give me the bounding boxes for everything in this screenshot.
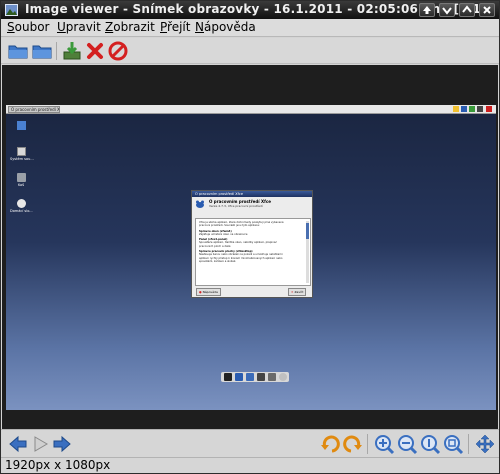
open-folder-icon[interactable] (7, 40, 29, 62)
image-viewer-window: Image viewer - Snímek obrazovky - 16.1.2… (0, 0, 500, 474)
menu-prejit[interactable]: Přejít (160, 20, 190, 34)
desktop-icon: Domácí slo... (10, 199, 33, 213)
close-button[interactable] (479, 3, 495, 17)
dialog-body: Xfce je sbírka aplikací, které dohromady… (195, 218, 311, 286)
image-resolution: 1920px x 1080px (5, 458, 111, 472)
title-bar[interactable]: Image viewer - Snímek obrazovky - 16.1.2… (1, 1, 499, 19)
stop-icon[interactable] (107, 40, 129, 62)
zoom-out-icon[interactable] (396, 433, 418, 455)
xfce-mouse-icon (196, 200, 204, 208)
menu-zobrazit[interactable]: Zobrazit (105, 20, 155, 34)
about-dialog: O pracovním prostředí Xfce O pracovním p… (191, 190, 313, 298)
browser-icon (246, 373, 254, 381)
desktop-icon: Systém sou... (10, 147, 34, 161)
tray-icon (486, 106, 492, 112)
toolbar-separator (468, 434, 469, 454)
open-folder-icon[interactable] (31, 40, 53, 62)
screenshot-task-button: O pracovním prostředí Xfce (8, 106, 60, 113)
screenshot-dock (221, 372, 289, 382)
menu-bar: Soubor Upravit Zobrazit Přejít Nápověda (1, 19, 499, 37)
dialog-close-button: ✕ Zavřít (288, 288, 307, 296)
dialog-scrollbar (306, 221, 309, 283)
image-canvas[interactable]: O pracovním prostředí Xfce Systém sou...… (2, 65, 498, 429)
search-icon (279, 373, 287, 381)
dialog-title-bar: O pracovním prostředí Xfce (192, 191, 312, 197)
window-menu-button[interactable] (419, 3, 435, 17)
trash-icon (16, 173, 26, 182)
dialog-text-line: Zajišťuje umístění oken na obrazovce (199, 232, 248, 236)
dialog-text: Xfce je sbírka aplikací, které dohromady… (199, 221, 304, 263)
toolbar (1, 38, 499, 64)
minimize-button[interactable] (439, 3, 455, 17)
dialog-header: O pracovním prostředí Xfce Verze 4.7.3, … (195, 199, 311, 211)
displayed-screenshot: O pracovním prostředí Xfce Systém sou...… (6, 105, 496, 410)
save-icon[interactable] (61, 40, 83, 62)
fullscreen-icon[interactable] (474, 433, 496, 455)
status-bar: 1920px x 1080px (1, 457, 499, 473)
dialog-text-line: spouštěčů, zařízení a složek. (199, 259, 237, 263)
app-icon (5, 4, 18, 16)
files-icon (235, 373, 243, 381)
close-icon (483, 6, 491, 14)
app-icon (268, 373, 276, 381)
play-icon[interactable] (29, 433, 51, 455)
dialog-head-subtitle: Verze 4.7.3, Xfce pracovní prostředí (209, 204, 263, 208)
navigation-bar (1, 429, 499, 457)
tray-icon (461, 106, 467, 112)
dialog-text-line: pracovní prostředí. Součástí jsou tyto a… (199, 224, 260, 228)
desktop-icon (10, 121, 32, 131)
dialog-text-line: pracovních ploch a další. (199, 244, 232, 248)
drive-icon (16, 147, 26, 156)
rotate-left-icon[interactable] (319, 433, 341, 455)
tray-icon (477, 106, 483, 112)
rotate-right-icon[interactable] (342, 433, 364, 455)
folder-icon (16, 121, 26, 130)
desktop-icon: Koš (10, 173, 32, 187)
zoom-100-icon[interactable] (419, 433, 441, 455)
help-icon: ● (199, 290, 202, 294)
scroll-thumb (306, 223, 309, 239)
maximize-button[interactable] (459, 3, 475, 17)
zoom-fit-icon[interactable] (442, 433, 464, 455)
chevron-up-icon (462, 5, 472, 13)
terminal-icon (224, 373, 232, 381)
menu-upravit[interactable]: Upravit (57, 20, 101, 34)
toolbar-separator (56, 42, 57, 60)
dialog-help-button: ● Nápověda (196, 288, 221, 296)
menu-soubor[interactable]: Soubor (7, 20, 49, 34)
tray-icon (469, 106, 475, 112)
toolbar-separator (367, 434, 368, 454)
app-icon (257, 373, 265, 381)
zoom-in-icon[interactable] (373, 433, 395, 455)
menu-napoveda[interactable]: Nápověda (195, 20, 256, 34)
back-arrow-icon[interactable] (7, 433, 29, 455)
tray-icon (453, 106, 459, 112)
delete-icon[interactable] (84, 40, 106, 62)
forward-arrow-icon[interactable] (51, 433, 73, 455)
home-icon (16, 199, 26, 208)
arrow-up-icon (423, 6, 431, 14)
chevron-down-icon (442, 7, 452, 15)
screenshot-top-panel: O pracovním prostředí Xfce (6, 105, 496, 114)
